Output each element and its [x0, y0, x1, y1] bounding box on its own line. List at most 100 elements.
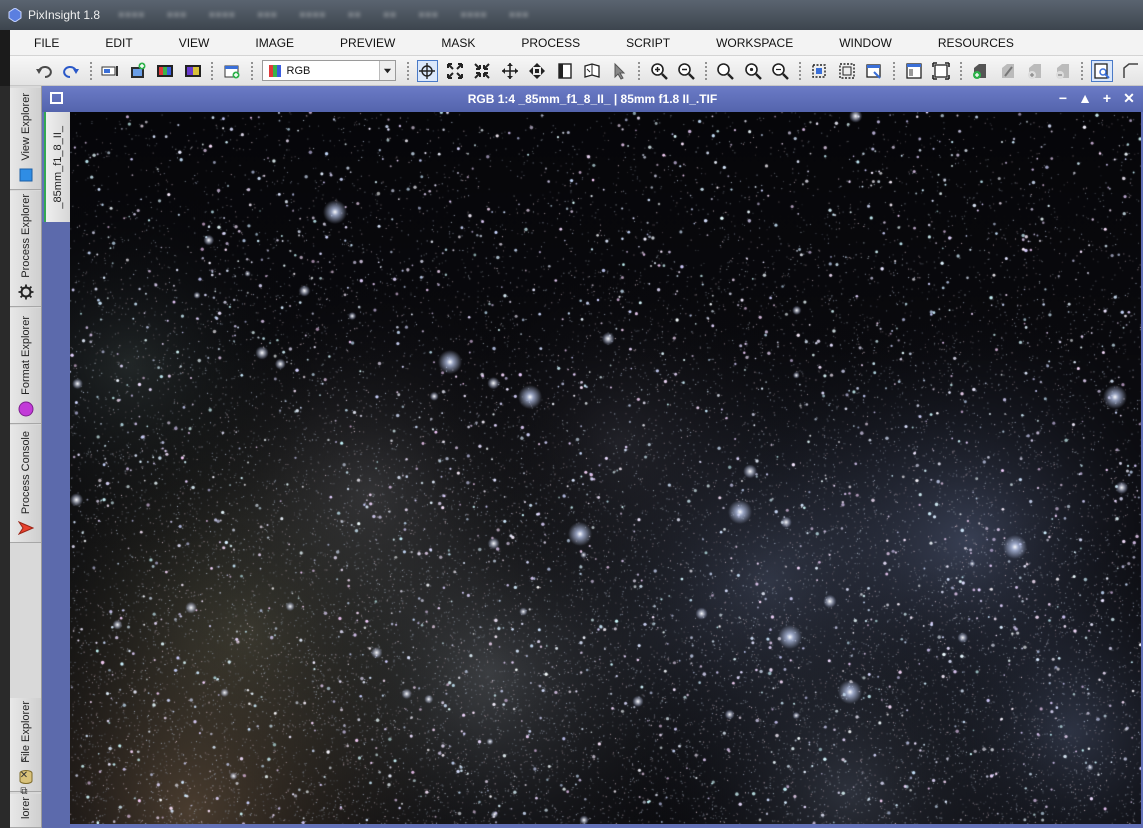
toolbar-separator	[797, 60, 802, 81]
menu-resources[interactable]: RESOURCES	[914, 30, 1036, 56]
toolbar-separator	[891, 60, 896, 81]
view-tab-gutter	[42, 222, 70, 828]
pointer-arrow-icon	[614, 62, 626, 80]
color-channels-icon	[184, 64, 201, 77]
astro-image-canvas[interactable]	[70, 112, 1141, 824]
color-space-select[interactable]: RGB	[261, 60, 396, 81]
menu-mask[interactable]: MASK	[417, 30, 497, 56]
window-layout-icon	[905, 62, 922, 79]
maximize-windows-button[interactable]	[930, 60, 951, 82]
maximize-frame-icon	[932, 61, 950, 80]
view-selector-tab[interactable]: _85mm_f1_8_II_	[44, 112, 70, 222]
menu-preview[interactable]: PREVIEW	[316, 30, 417, 56]
new-process-icon-button[interactable]	[970, 60, 991, 82]
zoom-out-icon	[678, 62, 695, 80]
menu-file[interactable]: FILE	[10, 30, 81, 56]
four-way-arrows-icon	[529, 62, 546, 79]
menu-view[interactable]: VIEW	[155, 30, 232, 56]
new-image-button[interactable]	[127, 60, 148, 82]
collapse-arrows-icon	[474, 62, 491, 79]
full-screen-button[interactable]	[554, 60, 575, 82]
rgb-channels-icon	[157, 64, 174, 77]
dock-tab-partial[interactable]: lorer	[10, 794, 41, 828]
image-window-title: RGB 1:4 _85mm_f1_8_II_ | 85mm f1.8 II_.T…	[467, 92, 718, 106]
tile-windows-button[interactable]	[903, 60, 924, 82]
color-view-button[interactable]	[182, 60, 203, 82]
add-process-icon	[973, 63, 987, 79]
dock-tab-format-explorer[interactable]: Format Explorer	[10, 308, 41, 424]
color-space-value: RGB	[286, 64, 311, 77]
dock-tab-process-console[interactable]: Process Console	[10, 425, 41, 543]
image-identifier-icon	[101, 65, 119, 76]
image-info-button[interactable]	[100, 60, 121, 82]
new-preview-button[interactable]	[221, 60, 242, 82]
menu-image[interactable]: IMAGE	[231, 30, 316, 56]
dock-tab-view-explorer[interactable]: View Explorer	[10, 88, 41, 190]
main-toolbar: RGB	[10, 56, 1143, 86]
menu-window[interactable]: WINDOW	[815, 30, 914, 56]
undo-button[interactable]	[33, 60, 54, 82]
view-tab-label: _85mm_f1_8_II_	[52, 125, 64, 209]
expand-arrows-icon	[446, 62, 463, 79]
toolbar-separator	[249, 60, 254, 81]
zoom-to-fit-button[interactable]	[472, 60, 493, 82]
process-console-icon	[17, 521, 34, 535]
shade-icon[interactable]: ▲	[1077, 90, 1093, 106]
format-explorer-icon	[18, 401, 33, 417]
preview-edit-button[interactable]	[836, 60, 857, 82]
image-viewport[interactable]	[70, 112, 1141, 824]
dock-tab-label: lorer	[19, 796, 32, 819]
image-window[interactable]: RGB 1:4 _85mm_f1_8_II_ | 85mm f1.8 II_.T…	[42, 86, 1143, 828]
search-process-button[interactable]	[1091, 59, 1113, 82]
more-tools-button[interactable]	[1119, 60, 1140, 82]
dock-arrow-icon[interactable]: ↙	[16, 754, 32, 768]
toolbar-separator	[703, 60, 708, 81]
zoom-out-button[interactable]	[675, 60, 696, 82]
image-window-title-bar[interactable]: RGB 1:4 _85mm_f1_8_II_ | 85mm f1.8 II_.T…	[42, 86, 1143, 112]
window-controls: − ▲ + ✕	[1055, 90, 1137, 107]
undo-icon	[35, 65, 52, 78]
maximize-icon[interactable]: +	[1099, 90, 1115, 106]
zoom-fit-button[interactable]	[769, 60, 790, 82]
dock-close-icon[interactable]: ✕	[16, 770, 32, 784]
zoom-2-1-button[interactable]	[742, 60, 763, 82]
preview-export-button[interactable]	[864, 60, 885, 82]
menu-edit[interactable]: EDIT	[81, 30, 154, 56]
app-title-bar: PixInsight 1.8 ■■■■ ■■■ ■■■■ ■■■ ■■■■ ■■ ■■ ■■■…	[0, 0, 1143, 30]
process-minus-icon	[1055, 63, 1069, 79]
zoom-in-button[interactable]	[648, 60, 669, 82]
pixinsight-app: PixInsight 1.8 ■■■■ ■■■ ■■■■ ■■■ ■■■■ ■■ ■■ ■■■…	[0, 0, 1143, 828]
process-icon-plus-button[interactable]	[1024, 60, 1045, 82]
gear-icon	[18, 284, 33, 300]
magnifier-icon	[717, 62, 735, 80]
preview-select-button[interactable]	[809, 60, 830, 82]
readout-mode-button[interactable]	[416, 59, 439, 82]
close-icon[interactable]: ✕	[1121, 90, 1137, 106]
document-icon	[557, 62, 572, 79]
toolbar-separator	[637, 60, 641, 81]
edit-mode-button[interactable]	[581, 60, 602, 82]
redo-button[interactable]	[60, 60, 81, 82]
fit-view-button[interactable]	[444, 60, 465, 82]
partial-tool-icon	[1123, 62, 1139, 78]
process-icon-minus-button[interactable]	[1052, 60, 1073, 82]
magnifier-dot-icon	[772, 62, 790, 80]
edit-process-icon	[1001, 63, 1014, 78]
dock-tab-process-explorer[interactable]: Process Explorer	[10, 191, 41, 307]
dock-tab-label: Process Console	[19, 430, 32, 514]
channel-view-button[interactable]	[155, 60, 176, 82]
menu-process[interactable]: PROCESS	[497, 30, 602, 56]
edit-process-icon-button[interactable]	[997, 60, 1018, 82]
view-explorer-icon	[19, 168, 32, 182]
rgb-swatch-icon	[268, 64, 281, 77]
pan-mode-button[interactable]	[499, 60, 520, 82]
minimize-icon[interactable]: −	[1055, 90, 1071, 106]
toolbar-separator	[1080, 60, 1085, 81]
zoom-1-1-button[interactable]	[715, 60, 736, 82]
chevron-down-icon[interactable]	[378, 61, 395, 80]
process-plus-icon	[1028, 63, 1042, 79]
menu-workspace[interactable]: WORKSPACE	[692, 30, 815, 56]
menu-script[interactable]: SCRIPT	[602, 30, 692, 56]
center-view-button[interactable]	[526, 60, 547, 82]
select-mode-button[interactable]	[609, 60, 630, 82]
